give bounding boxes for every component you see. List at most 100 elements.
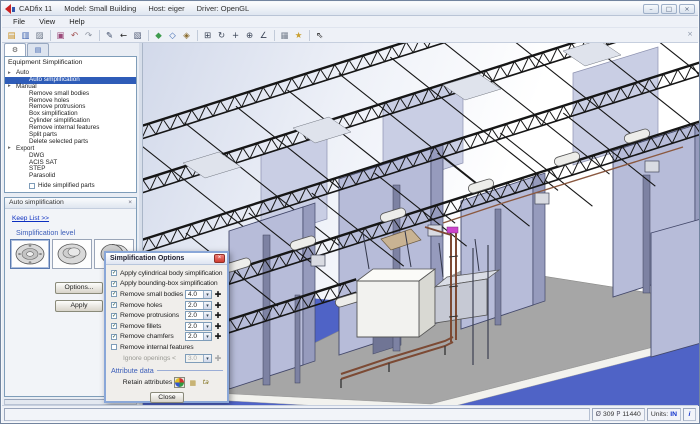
menu-view[interactable]: View — [32, 17, 62, 26]
retain-names-icon[interactable]: ta — [200, 377, 211, 388]
value-combobox[interactable]: 2.0▾ — [185, 301, 212, 310]
chevron-down-icon[interactable]: ▾ — [203, 323, 211, 330]
tree-item-parasolid[interactable]: Parasolid — [5, 173, 136, 180]
value-combobox[interactable]: 2.0▾ — [185, 322, 212, 331]
value-combobox[interactable]: 4.0▾ — [185, 290, 212, 299]
hide-simplified-checkbox-row[interactable]: Hide simplified parts — [29, 182, 95, 189]
fit-view-icon[interactable]: ⊞ — [201, 29, 214, 42]
measure-icon[interactable]: ∠ — [257, 29, 270, 42]
checkbox[interactable] — [111, 344, 117, 350]
wireframe-view-icon[interactable]: ◇ — [166, 29, 179, 42]
redo-icon[interactable]: ↷ — [82, 29, 95, 42]
copy-icon[interactable]: ▧ — [131, 29, 144, 42]
dialog-title-bar[interactable]: Simplification Options × — [106, 253, 227, 265]
options-button[interactable]: Options... — [55, 282, 103, 294]
checkbox[interactable]: ✓ — [111, 302, 117, 308]
chevron-down-icon[interactable]: ▾ — [203, 355, 211, 362]
back-arrow-icon[interactable]: ← — [117, 29, 130, 42]
tree-item-dwg[interactable]: DWG — [5, 153, 136, 160]
tree-item-remove-small-bodies[interactable]: Remove small bodies — [5, 91, 136, 98]
tree-item-acis-sat[interactable]: ACIS SAT — [5, 160, 136, 167]
status-units: Units: IN — [647, 408, 681, 421]
value-combobox[interactable]: 3.0▾ — [185, 354, 212, 363]
expander-icon[interactable]: ▸ — [8, 83, 11, 90]
chevron-down-icon[interactable]: ▾ — [203, 312, 211, 319]
toolbar-separator — [99, 30, 100, 41]
tree-item-label: Auto simplification — [29, 76, 80, 83]
checkbox[interactable]: ✓ — [111, 313, 117, 319]
simplification-options-dialog: Simplification Options × ✓Apply cylindri… — [104, 251, 229, 403]
chevron-down-icon[interactable]: ▾ — [203, 302, 211, 309]
chevron-down-icon[interactable]: ▾ — [203, 291, 211, 298]
level-2-thumbnail[interactable] — [52, 239, 92, 269]
expander-icon[interactable]: ▸ — [8, 70, 11, 77]
tree-item-step[interactable]: STEP — [5, 166, 136, 173]
dialog-row-6: ✓Remove chamfers2.0▾✚ — [111, 332, 223, 343]
title-bar: CADfix 11 Model: Small Building Host: ei… — [2, 2, 698, 16]
browser-tab[interactable]: ▤ — [27, 43, 49, 56]
select-cursor-icon[interactable]: ⇖ — [313, 29, 326, 42]
shaded-view-icon[interactable]: ◆ — [152, 29, 165, 42]
effects-icon[interactable]: ★ — [292, 29, 305, 42]
checkbox[interactable]: ✓ — [111, 291, 117, 297]
hide-simplified-checkbox[interactable] — [29, 183, 35, 189]
retain-groups-icon[interactable]: ▦ — [187, 377, 198, 388]
toolbar-overflow-icon[interactable]: × — [687, 30, 693, 38]
checkbox[interactable]: ✓ — [111, 323, 117, 329]
expander-icon[interactable]: ▸ — [8, 145, 11, 152]
save-file-icon[interactable]: ▥ — [19, 29, 32, 42]
pick-on-screen-icon[interactable]: ✚ — [213, 332, 223, 341]
app-window: CADfix 11 Model: Small Building Host: ei… — [0, 0, 700, 424]
sidebar-tabs: ⚙▤ — [4, 43, 49, 56]
pick-on-screen-icon[interactable]: ✚ — [213, 290, 223, 299]
maximize-button[interactable]: □ — [661, 4, 677, 14]
equipment-tab[interactable]: ⚙ — [4, 43, 26, 56]
dialog-row-label: Remove fillets — [120, 323, 161, 330]
level-1-thumbnail[interactable] — [10, 239, 50, 269]
keep-list-link[interactable]: Keep List >> — [12, 215, 49, 222]
dialog-close-button[interactable]: Close — [150, 392, 184, 403]
pick-on-screen-icon[interactable]: ✚ — [213, 322, 223, 331]
dialog-row-label: Apply cylindrical body simplification — [120, 270, 222, 277]
pan-view-icon[interactable]: + — [229, 29, 242, 42]
zoom-view-icon[interactable]: ⊕ — [243, 29, 256, 42]
undo-icon[interactable]: ↶ — [68, 29, 81, 42]
toolbar-separator — [309, 30, 310, 41]
status-info[interactable]: i — [683, 408, 696, 421]
pick-on-screen-icon[interactable]: ✚ — [213, 354, 223, 363]
snapshot-icon[interactable]: ▣ — [54, 29, 67, 42]
image-export-icon[interactable]: ▦ — [278, 29, 291, 42]
minimize-button[interactable]: – — [643, 4, 659, 14]
dialog-close-icon[interactable]: × — [214, 254, 225, 263]
checkbox[interactable]: ✓ — [111, 334, 117, 340]
close-button[interactable]: × — [679, 4, 695, 14]
pick-on-screen-icon[interactable]: ✚ — [213, 311, 223, 320]
rotate-view-icon[interactable]: ↻ — [215, 29, 228, 42]
apply-button[interactable]: Apply — [55, 300, 103, 312]
edit-note-icon[interactable]: ✎ — [103, 29, 116, 42]
tree-item-export[interactable]: ▸ Export — [5, 146, 136, 153]
open-file-icon[interactable]: ▤ — [5, 29, 18, 42]
tree-item-label: DWG — [29, 152, 44, 159]
tree-item-label: Export — [16, 145, 34, 152]
toolbar-separator — [148, 30, 149, 41]
tree-item-remove-internal-features[interactable]: Remove internal features — [5, 125, 136, 132]
pick-on-screen-icon[interactable]: ✚ — [213, 301, 223, 310]
menu-file[interactable]: File — [6, 17, 32, 26]
status-entity-counts: Ø 309 P 11440 — [592, 408, 645, 421]
retain-colors-icon[interactable] — [174, 377, 185, 388]
menu-help[interactable]: Help — [62, 17, 91, 26]
checkbox[interactable]: ✓ — [111, 281, 117, 287]
hidden-line-view-icon[interactable]: ◈ — [180, 29, 193, 42]
value-combobox[interactable]: 2.0▾ — [185, 311, 212, 320]
units-label: Units: — [651, 411, 668, 418]
print-icon[interactable]: ▨ — [33, 29, 46, 42]
dialog-row-label: Remove holes — [120, 302, 162, 309]
chevron-down-icon[interactable]: ▾ — [203, 333, 211, 340]
body-count-value: 309 — [603, 411, 614, 418]
combobox-value: 2.0 — [186, 323, 203, 330]
tree-item-label: Parasolid — [29, 172, 55, 179]
panel-close-icon[interactable]: × — [128, 198, 132, 208]
checkbox[interactable]: ✓ — [111, 270, 117, 276]
value-combobox[interactable]: 2.0▾ — [185, 332, 212, 341]
